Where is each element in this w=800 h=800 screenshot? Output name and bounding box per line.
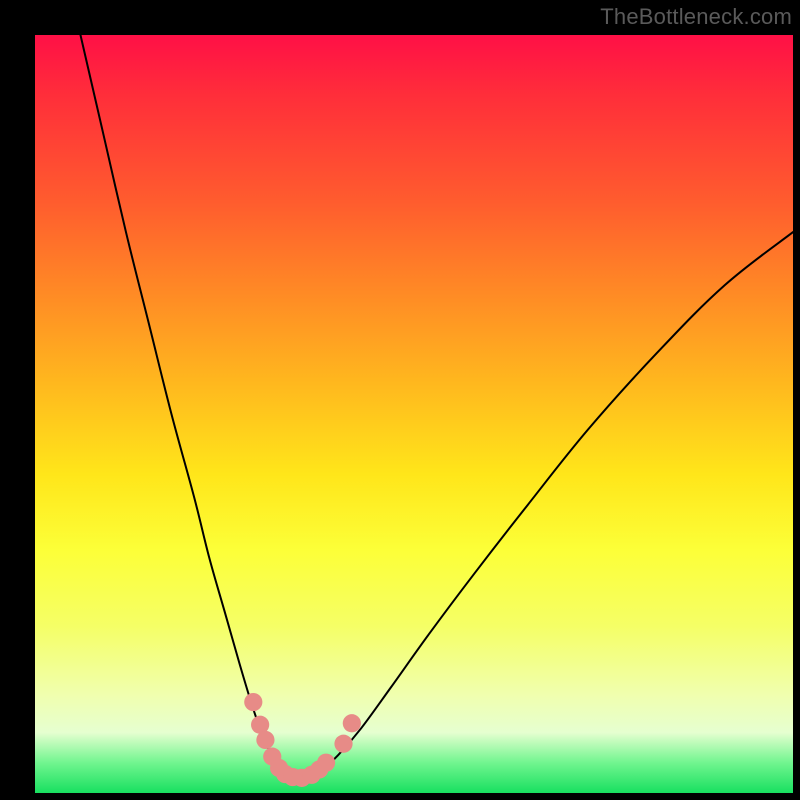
data-marker (270, 759, 288, 777)
data-markers (244, 693, 361, 787)
data-marker (303, 766, 321, 784)
data-marker (276, 765, 294, 783)
data-marker (310, 760, 328, 778)
data-marker (343, 714, 361, 732)
chart-frame: TheBottleneck.com (0, 0, 800, 800)
right-branch-curve (300, 232, 793, 778)
data-marker (317, 754, 335, 772)
watermark-text: TheBottleneck.com (600, 4, 792, 30)
chart-plot-area (35, 35, 793, 793)
data-marker (293, 769, 311, 787)
left-branch-curve (80, 35, 300, 778)
data-marker (251, 716, 269, 734)
data-marker (334, 735, 352, 753)
data-marker (284, 768, 302, 786)
chart-svg (35, 35, 793, 793)
data-marker (256, 731, 274, 749)
data-marker (244, 693, 262, 711)
data-marker (263, 748, 281, 766)
